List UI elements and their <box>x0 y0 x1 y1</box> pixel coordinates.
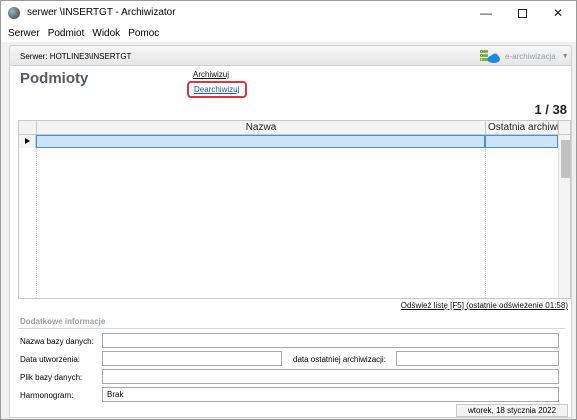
vertical-scrollbar[interactable] <box>558 135 570 298</box>
menu-bar: Serwer Podmiot Widok Pomoc <box>1 25 576 42</box>
e-archiwizacja-label: e-archiwizacja <box>505 52 556 61</box>
app-globe-icon <box>8 7 20 19</box>
minimize-button[interactable]: — <box>468 1 504 25</box>
column-header-ostatnia-archiwizacja[interactable]: Ostatnia archiwi <box>485 121 558 135</box>
menu-podmiot[interactable]: Podmiot <box>44 28 89 39</box>
grid-header: Nazwa Ostatnia archiwi <box>19 121 570 135</box>
page-title: Podmioty <box>20 70 89 87</box>
e-archiwizacja-dropdown[interactable]: e-archiwizacja ▼ <box>479 49 569 64</box>
db-name-field[interactable] <box>102 333 559 348</box>
table-cell-ostatnia[interactable] <box>485 135 558 148</box>
server-bar: Serwer: HOTLINE3\INSERTGT e-archiwizacja… <box>9 45 572 66</box>
details-section-title: Dodatkowe informacje <box>20 317 106 326</box>
menu-serwer[interactable]: Serwer <box>4 28 44 39</box>
grid-divider <box>485 148 486 298</box>
application-window: serwer \INSERTGT - Archiwizator — ✕ Serw… <box>0 0 577 420</box>
record-counter: 1 / 38 <box>534 102 567 117</box>
schedule-field[interactable]: Brak <box>102 387 559 402</box>
table-row[interactable] <box>19 135 558 148</box>
row-pointer-icon <box>19 135 36 148</box>
archive-link[interactable]: Archiwizuj <box>193 70 229 79</box>
column-header-nazwa[interactable]: Nazwa <box>36 121 485 135</box>
created-date-label: Data utworzenia: <box>20 355 81 364</box>
last-archive-date-field[interactable] <box>396 351 559 366</box>
schedule-label: Harmonogram: <box>20 391 74 400</box>
close-button[interactable]: ✕ <box>540 1 576 25</box>
scrollbar-thumb[interactable] <box>561 140 570 178</box>
dearchive-link[interactable]: Dearchiwizuj <box>194 85 239 94</box>
dearchive-highlight: Dearchiwizuj <box>187 81 247 98</box>
menu-pomoc[interactable]: Pomoc <box>124 28 163 39</box>
grid-divider <box>36 148 37 298</box>
window-title: serwer \INSERTGT - Archiwizator <box>27 7 176 18</box>
menu-widok[interactable]: Widok <box>88 28 124 39</box>
minimize-icon: — <box>480 6 492 20</box>
close-icon: ✕ <box>552 6 564 20</box>
main-panel: Podmioty Archiwizuj Dearchiwizuj 1 / 38 … <box>9 66 572 418</box>
maximize-icon <box>517 8 527 18</box>
entities-grid[interactable]: Nazwa Ostatnia archiwi <box>18 120 571 299</box>
cloud-server-icon <box>480 50 500 63</box>
refresh-list-link[interactable]: Odśwież listę [F5] (ostatnie odświeżenie… <box>401 301 568 310</box>
db-file-label: Plik bazy danych: <box>20 373 83 382</box>
maximize-button[interactable] <box>504 1 540 25</box>
title-bar: serwer \INSERTGT - Archiwizator — ✕ <box>1 1 576 25</box>
created-date-field[interactable] <box>102 351 282 366</box>
chevron-down-icon: ▼ <box>561 53 569 60</box>
section-divider <box>18 328 565 329</box>
table-cell-nazwa[interactable] <box>36 135 485 148</box>
db-file-field[interactable] <box>102 369 559 384</box>
server-label: Serwer: HOTLINE3\INSERTGT <box>20 52 132 61</box>
grid-header-corner <box>558 121 570 135</box>
status-date: wtorek, 18 stycznia 2022 <box>456 404 568 417</box>
db-name-label: Nazwa bazy danych: <box>20 337 94 346</box>
last-archive-date-label: data ostatniej archiwizacji: <box>293 355 386 364</box>
